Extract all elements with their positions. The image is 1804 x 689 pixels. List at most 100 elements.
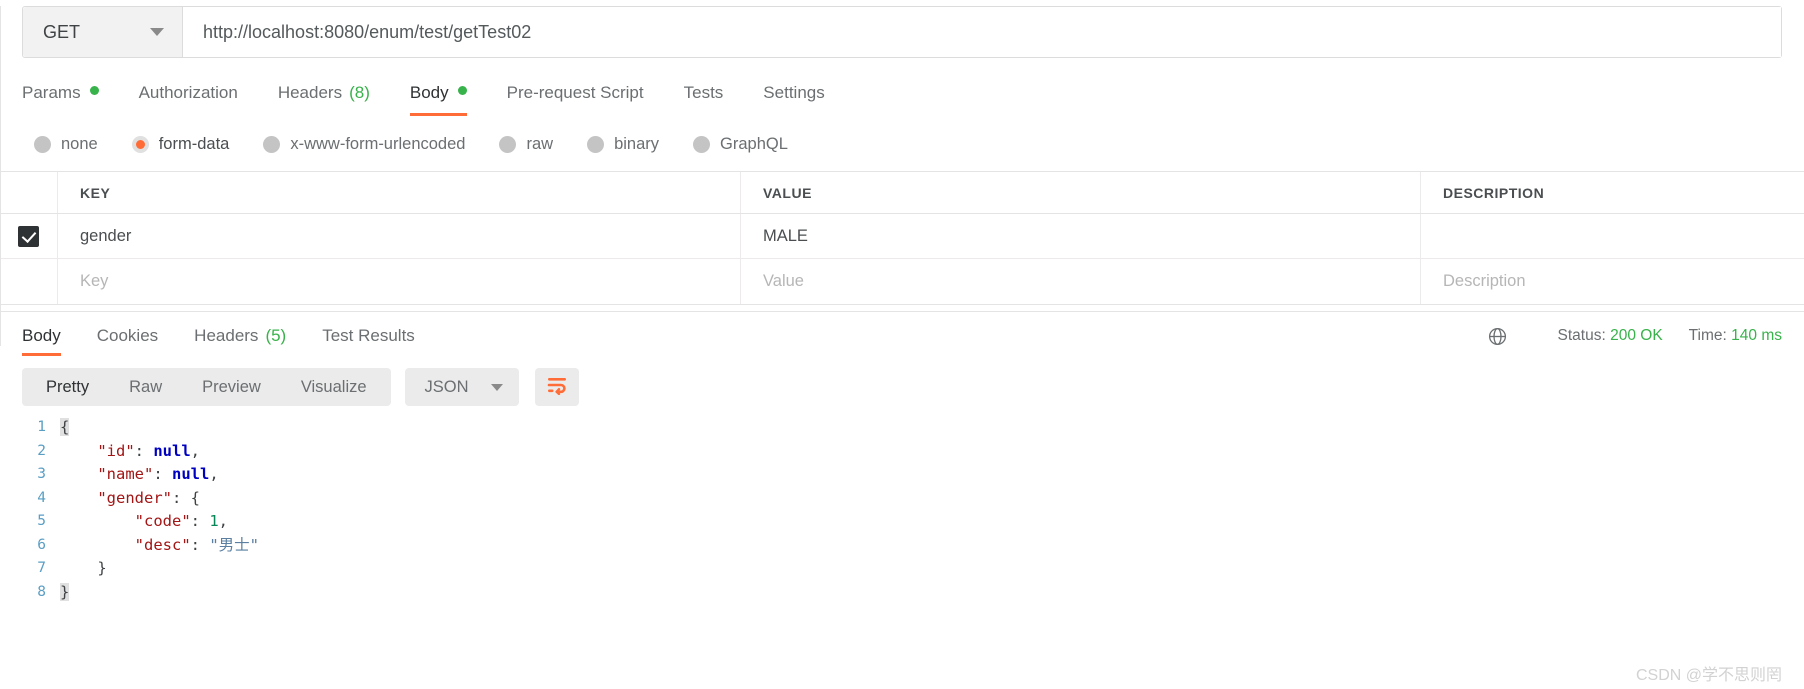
request-tab-tests[interactable]: Tests: [684, 78, 724, 116]
response-format-toolbar: Pretty Raw Preview Visualize JSON: [22, 366, 1804, 408]
line-number: 4: [37, 489, 46, 506]
url-input[interactable]: http://localhost:8080/enum/test/getTest0…: [183, 7, 1781, 57]
globe-icon[interactable]: [1487, 326, 1508, 347]
code-line-text: "desc": "男士": [60, 534, 259, 558]
response-tab-count: (5): [265, 326, 287, 345]
request-tab-label: Pre-request Script: [506, 83, 644, 102]
body-type-radio-form-data[interactable]: form-data: [131, 134, 230, 154]
response-tab-cookies[interactable]: Cookies: [97, 312, 158, 360]
response-language-select[interactable]: JSON: [404, 368, 519, 406]
postman-request-response-pane: GET http://localhost:8080/enum/test/getT…: [0, 6, 1804, 689]
code-token: :: [153, 465, 172, 483]
body-type-radio-binary[interactable]: binary: [587, 135, 659, 154]
code-token: "id": [97, 441, 135, 460]
code-token: "gender": [97, 488, 172, 507]
response-tab-label: Headers: [194, 326, 259, 345]
format-button-group: Pretty Raw Preview Visualize: [22, 368, 391, 406]
code-token: "name": [97, 465, 154, 483]
format-button-pretty[interactable]: Pretty: [26, 368, 109, 406]
body-type-radio-x-www-form-urlencoded[interactable]: x-www-form-urlencoded: [263, 135, 465, 154]
code-line: 8}: [22, 581, 1804, 605]
code-token: "男士": [209, 535, 259, 554]
response-tabs: Body Cookies Headers (5) Test Results: [22, 312, 451, 360]
radio-icon: [693, 135, 711, 153]
http-method-select[interactable]: GET: [23, 7, 183, 57]
active-tab-underline: [22, 353, 61, 356]
code-token: "code": [134, 512, 191, 530]
line-number: 5: [37, 513, 46, 529]
line-number: 8: [37, 583, 46, 600]
response-tab-test-results[interactable]: Test Results: [322, 312, 415, 360]
word-wrap-button[interactable]: [534, 368, 579, 406]
code-token: 1: [209, 512, 219, 530]
status-value: 200 OK: [1610, 327, 1663, 344]
line-number: 7: [37, 560, 46, 576]
chevron-down-icon: [150, 28, 164, 36]
format-button-visualize[interactable]: Visualize: [281, 368, 387, 406]
row-description-input[interactable]: [1421, 214, 1804, 258]
response-body-code[interactable]: 1{2 "id": null, 3 "name": null, 4 "gender"…: [0, 416, 1804, 604]
code-line-text: }: [60, 581, 70, 605]
body-type-label: raw: [526, 134, 554, 153]
status-label-text: Status:: [1557, 327, 1606, 344]
request-tab-body[interactable]: Body: [409, 78, 467, 116]
code-line-text: "code": 1,: [60, 510, 228, 534]
request-tab-settings[interactable]: Settings: [763, 78, 824, 116]
response-tab-label: Test Results: [322, 326, 415, 345]
body-type-label: binary: [614, 134, 660, 153]
code-line: 2 "id": null,: [22, 440, 1804, 464]
new-row-value-input[interactable]: Value: [741, 259, 1421, 304]
request-tab-headers[interactable]: Headers (8): [278, 78, 370, 116]
row-value-input[interactable]: MALE: [741, 214, 1421, 258]
body-type-label: form-data: [158, 134, 230, 153]
watermark: CSDN @学不思则罔: [1635, 667, 1782, 684]
body-type-label: x-www-form-urlencoded: [290, 134, 466, 153]
response-tab-headers[interactable]: Headers (5): [194, 312, 286, 360]
row-enabled-checkbox[interactable]: [18, 225, 39, 247]
code-line: 3 "name": null,: [22, 463, 1804, 487]
placeholder-check-cell: [0, 259, 58, 304]
radio-icon: [131, 135, 149, 153]
body-type-label: none: [61, 134, 98, 153]
column-header-description: DESCRIPTION: [1443, 184, 1545, 201]
code-token: :: [190, 512, 210, 530]
response-meta: Status: 200 OK Time: 140 ms: [1487, 326, 1782, 347]
response-language-label: JSON: [424, 377, 469, 396]
http-method-label: GET: [43, 21, 81, 42]
code-token: : {: [171, 488, 200, 507]
response-tab-label: Body: [22, 326, 61, 345]
column-header-key: KEY: [58, 172, 741, 213]
code-token: :: [134, 441, 154, 460]
request-tab-authorization[interactable]: Authorization: [139, 78, 238, 116]
format-button-preview[interactable]: Preview: [182, 368, 281, 406]
request-tab-label: Settings: [763, 83, 825, 102]
radio-icon: [499, 135, 517, 153]
response-tab-body[interactable]: Body: [22, 312, 61, 360]
code-token: null: [172, 465, 210, 483]
code-line: 6 "desc": "男士": [22, 534, 1804, 558]
column-header-value: VALUE: [741, 172, 1421, 213]
request-tab-params[interactable]: Params: [22, 78, 99, 116]
code-line-text: "name": null,: [60, 463, 218, 487]
body-type-radio-graphql[interactable]: GraphQL: [693, 135, 788, 154]
pane-splitter[interactable]: [0, 305, 1804, 312]
code-line-text: }: [60, 557, 106, 581]
code-line: 4 "gender": {: [22, 487, 1804, 511]
code-line: 5 "code": 1,: [22, 510, 1804, 534]
line-number: 6: [37, 536, 46, 553]
request-tab-label: Headers: [277, 83, 343, 102]
new-row-description-input[interactable]: Description: [1421, 259, 1804, 304]
new-row-key-input[interactable]: Key: [58, 259, 741, 304]
body-type-radio-none[interactable]: none: [34, 135, 98, 154]
body-type-radio-raw[interactable]: raw: [499, 135, 553, 154]
left-rail-divider: [0, 6, 1, 346]
request-tab-pre-request-script[interactable]: Pre-request Script: [507, 78, 644, 116]
row-key-input[interactable]: gender: [58, 214, 741, 258]
format-button-raw[interactable]: Raw: [109, 368, 182, 406]
body-type-label: GraphQL: [720, 134, 788, 153]
code-line-text: "gender": {: [60, 487, 200, 511]
